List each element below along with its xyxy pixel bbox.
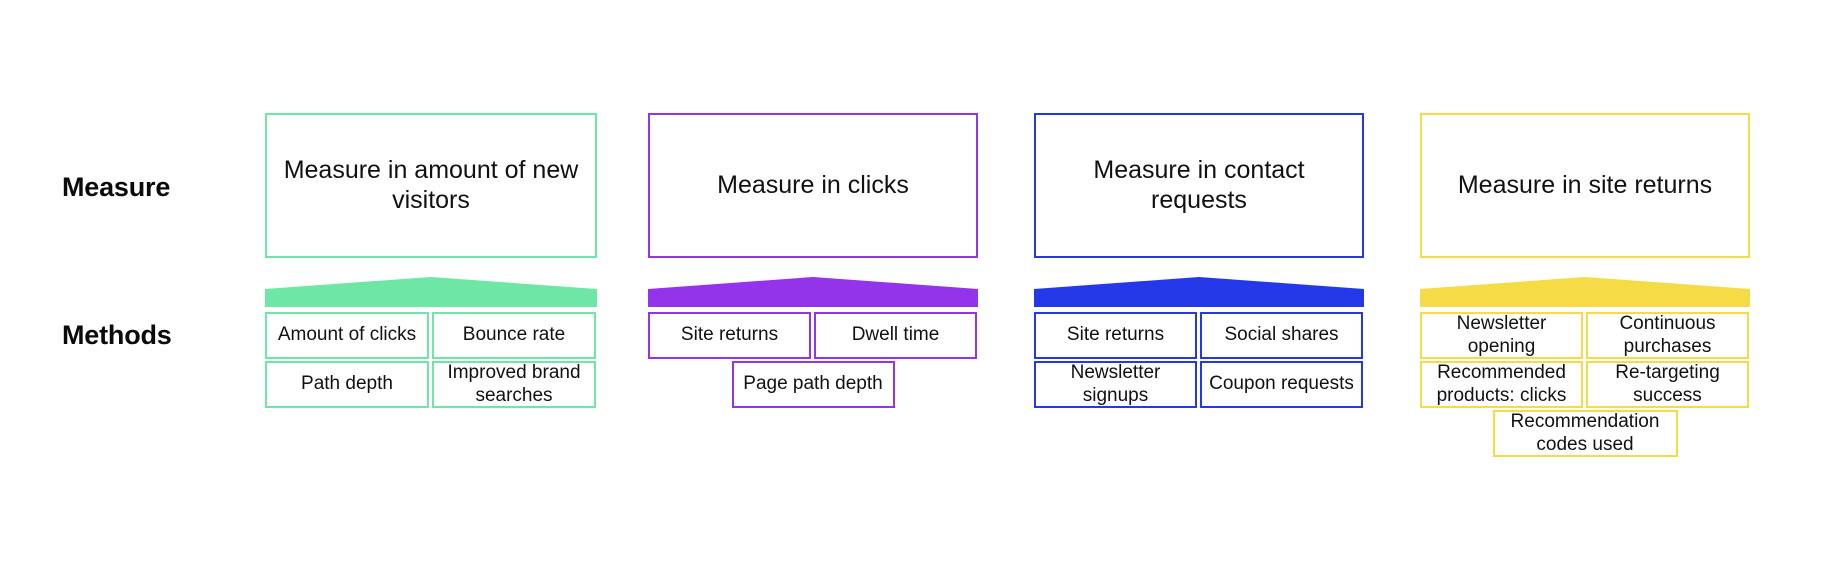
method-box[interactable]: Bounce rate	[432, 312, 596, 359]
method-box[interactable]: Newsletter signups	[1034, 361, 1197, 408]
method-box[interactable]: Recommendation codes used	[1492, 410, 1678, 457]
method-box[interactable]: Site returns	[648, 312, 811, 359]
method-box[interactable]: Re-targeting success	[1586, 361, 1749, 408]
method-box-label: Recommendation codes used	[1510, 411, 1660, 455]
funnel-chevron-icon	[1420, 277, 1750, 307]
method-box-label: Dwell time	[851, 324, 940, 346]
method-box[interactable]: Continuous purchases	[1586, 312, 1749, 359]
measure-box-label: Measure in amount of new visitors	[283, 156, 579, 214]
method-box-label: Continuous purchases	[1619, 313, 1716, 357]
measure-box[interactable]: Measure in clicks	[648, 113, 978, 258]
methods-row: Page path depth	[648, 361, 978, 408]
methods-row: Newsletter signups Coupon requests	[1034, 361, 1364, 408]
measure-box-label: Measure in site returns	[1457, 170, 1713, 199]
method-box[interactable]: Social shares	[1200, 312, 1363, 359]
column-clicks: Measure in clicks Site returns Dwell time…	[648, 0, 978, 586]
method-box[interactable]: Page path depth	[731, 361, 895, 408]
method-box[interactable]: Amount of clicks	[265, 312, 429, 359]
method-box-label: Page path depth	[743, 373, 883, 395]
funnel-chevron-icon	[648, 277, 978, 307]
method-box[interactable]: Improved brand searches	[432, 361, 596, 408]
method-box-label: Newsletter opening	[1456, 313, 1547, 357]
row-label-measure: Measure	[62, 172, 171, 202]
method-box[interactable]: Path depth	[265, 361, 429, 408]
diagram-canvas: Measure Methods Measure in amount of new…	[0, 0, 1842, 586]
method-box-label: Site returns	[680, 324, 779, 346]
methods-row: Newsletter opening Continuous purchases	[1420, 312, 1750, 359]
row-label-methods: Methods	[62, 320, 172, 350]
methods-row: Site returns Dwell time	[648, 312, 978, 359]
funnel-chevron-icon	[265, 277, 597, 307]
method-box[interactable]: Dwell time	[814, 312, 977, 359]
method-box-label: Amount of clicks	[277, 324, 417, 346]
method-box[interactable]: Recommended products: clicks	[1420, 361, 1583, 408]
method-box[interactable]: Coupon requests	[1200, 361, 1363, 408]
measure-box-label: Measure in clicks	[717, 170, 909, 199]
funnel-chevron-icon	[1034, 277, 1364, 307]
measure-box[interactable]: Measure in site returns	[1420, 113, 1750, 258]
measure-box[interactable]: Measure in amount of new visitors	[265, 113, 597, 258]
column-contact-requests: Measure in contact requests Site returns…	[1034, 0, 1364, 586]
methods-group: Site returns Dwell time Page path depth	[648, 312, 978, 410]
column-site-returns: Measure in site returns Newsletter openi…	[1420, 0, 1750, 586]
methods-group: Newsletter opening Continuous purchases Re…	[1420, 312, 1750, 459]
method-box-label: Bounce rate	[462, 324, 566, 346]
method-box-label: Social shares	[1224, 324, 1339, 346]
methods-row: Recommended products: clicks Re-targeting…	[1420, 361, 1750, 408]
method-box-label: Re-targeting success	[1615, 362, 1720, 406]
methods-row: Site returns Social shares	[1034, 312, 1364, 359]
methods-row: Recommendation codes used	[1420, 410, 1750, 457]
methods-group: Amount of clicks Bounce rate Path depth Imp…	[265, 312, 597, 410]
column-new-visitors: Measure in amount of new visitors Amount…	[265, 0, 597, 586]
method-box-label: Site returns	[1066, 324, 1165, 346]
methods-group: Site returns Social shares Newsletter sign…	[1034, 312, 1364, 410]
methods-row: Path depth Improved brand searches	[265, 361, 597, 408]
methods-row: Amount of clicks Bounce rate	[265, 312, 597, 359]
method-box-label: Newsletter signups	[1070, 362, 1161, 406]
method-box[interactable]: Newsletter opening	[1420, 312, 1583, 359]
measure-box-label: Measure in contact requests	[1093, 156, 1305, 214]
method-box-label: Coupon requests	[1209, 373, 1354, 395]
method-box-label: Improved brand searches	[447, 362, 581, 406]
method-box-label: Recommended products: clicks	[1436, 362, 1567, 406]
measure-box[interactable]: Measure in contact requests	[1034, 113, 1364, 258]
method-box[interactable]: Site returns	[1034, 312, 1197, 359]
method-box-label: Path depth	[301, 373, 393, 395]
